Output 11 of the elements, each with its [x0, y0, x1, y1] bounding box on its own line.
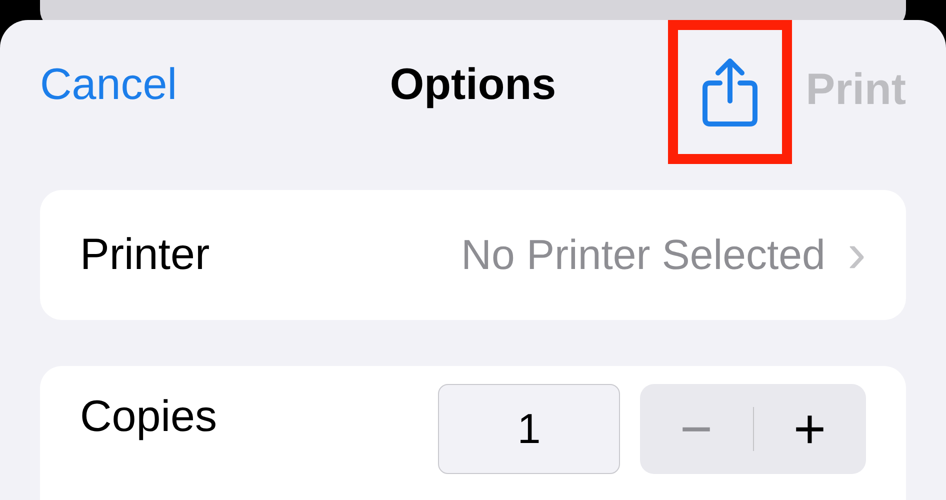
copies-label: Copies [80, 392, 217, 442]
share-button[interactable] [668, 20, 792, 164]
chevron-icon: › [847, 220, 866, 284]
copies-field[interactable]: 1 [438, 384, 620, 474]
cancel-button[interactable]: Cancel [40, 60, 177, 110]
printer-label: Printer [80, 230, 210, 280]
sheet-title: Options [390, 60, 556, 110]
share-icon [700, 57, 760, 127]
increment-button[interactable]: + [754, 384, 866, 474]
printer-row[interactable]: Printer No Printer Selected › [40, 190, 906, 320]
printer-value: No Printer Selected [461, 231, 826, 279]
